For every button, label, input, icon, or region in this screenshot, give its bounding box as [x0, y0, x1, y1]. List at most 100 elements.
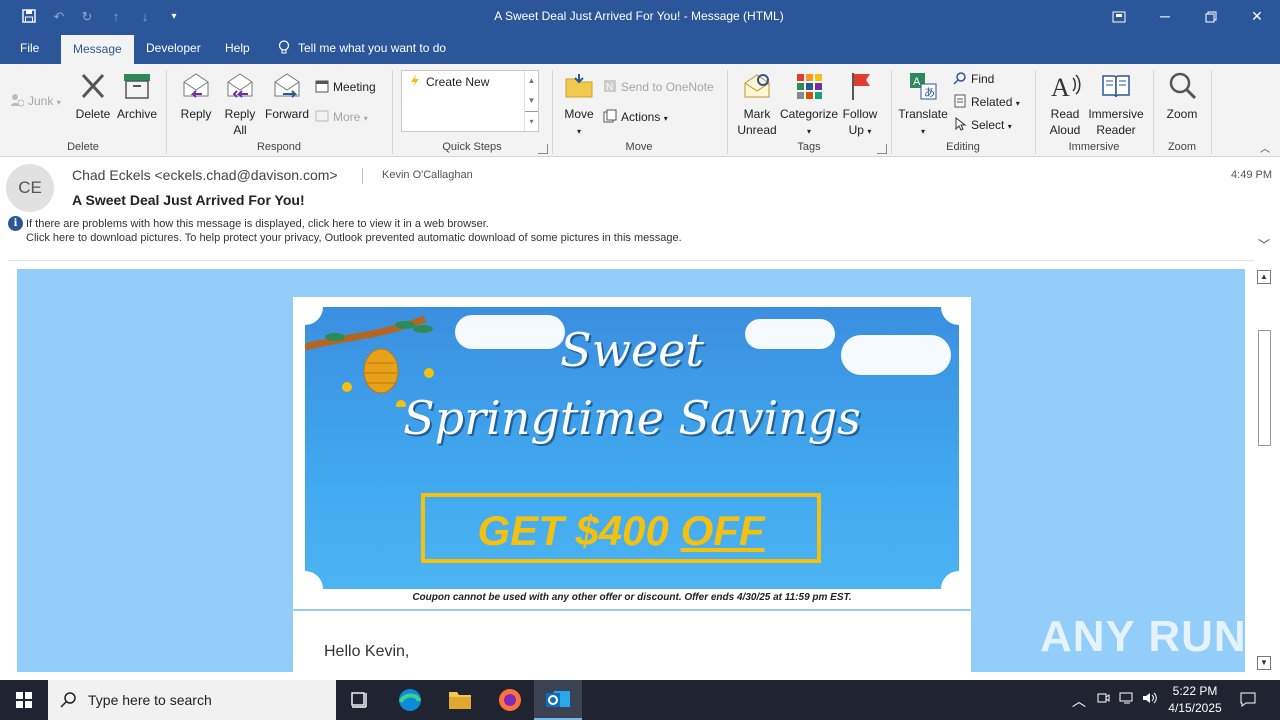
task-view-icon[interactable]: [336, 680, 384, 720]
group-label-immersive: Immersive: [1068, 141, 1120, 153]
follow-up-button[interactable]: Follow Up ▾: [840, 70, 880, 140]
volume-icon[interactable]: [1142, 691, 1158, 708]
windows-start-icon[interactable]: [0, 680, 48, 720]
divider: [293, 609, 971, 611]
svg-text:A: A: [913, 76, 921, 88]
tab-message[interactable]: Message: [61, 35, 134, 64]
actions-button[interactable]: Actions ▾: [603, 108, 668, 126]
vertical-scrollbar[interactable]: ▲ ▼: [1256, 268, 1273, 672]
sender[interactable]: Chad Eckels <eckels.chad@davison.com>: [72, 167, 338, 183]
delete-button[interactable]: Delete: [72, 70, 114, 122]
tab-file[interactable]: File: [8, 33, 51, 64]
banner-notch: [941, 571, 959, 589]
tags-launcher-icon[interactable]: [877, 144, 887, 154]
notifications-icon[interactable]: [1240, 691, 1256, 710]
mark-unread-icon: [741, 70, 773, 102]
view-in-browser-infobar[interactable]: If there are problems with how this mess…: [26, 218, 489, 230]
taskbar: Type here to search ︿ 5:22 PM 4/15/2025: [0, 680, 1280, 720]
email-card: Sweet Springtime Savings GET $400 OFF Co…: [293, 297, 971, 672]
tab-developer[interactable]: Developer: [134, 33, 213, 64]
categorize-icon: [793, 70, 825, 102]
quick-steps-gallery[interactable]: Create New ▲ ▼ ▾: [401, 70, 539, 132]
promo-banner[interactable]: Sweet Springtime Savings GET $400 OFF: [305, 307, 959, 589]
move-button[interactable]: Move ▾: [560, 70, 598, 140]
reply-button[interactable]: Reply: [176, 70, 216, 122]
ribbon-display-options-icon[interactable]: [1096, 0, 1142, 33]
move-folder-icon: [563, 70, 595, 102]
banner-notch: [305, 571, 323, 589]
related-button[interactable]: Related ▾: [953, 93, 1020, 111]
archive-button[interactable]: Archive: [114, 70, 160, 122]
junk-button[interactable]: Junk ▾: [10, 92, 61, 110]
group-label-tags: Tags: [797, 141, 821, 153]
firefox-icon[interactable]: [486, 680, 534, 720]
edge-browser-icon[interactable]: [386, 680, 434, 720]
read-aloud-label-line2: Aloud: [1049, 123, 1081, 137]
delete-label: Delete: [75, 107, 111, 121]
follow-up-label-line2: Up: [848, 123, 864, 137]
forward-icon: [271, 70, 303, 102]
maximize-icon[interactable]: [1188, 0, 1234, 33]
quick-steps-scroll[interactable]: ▲ ▼ ▾: [524, 71, 538, 131]
offer-text: GET $400 OFF: [425, 507, 817, 555]
quick-step-create-new[interactable]: Create New: [408, 73, 489, 91]
offer-box[interactable]: GET $400 OFF: [421, 493, 821, 563]
network-icon[interactable]: [1119, 691, 1135, 708]
lightning-icon: [408, 74, 422, 88]
download-pictures-infobar[interactable]: Click here to download pictures. To help…: [26, 232, 682, 244]
file-explorer-icon[interactable]: [436, 680, 484, 720]
archive-label: Archive: [116, 107, 157, 121]
tray-overflow-chevron-icon[interactable]: ︿: [1072, 691, 1086, 711]
svg-text:A: A: [1051, 73, 1070, 102]
tab-help[interactable]: Help: [213, 33, 262, 64]
avatar[interactable]: CE: [6, 164, 54, 212]
recipient[interactable]: Kevin O'Callaghan: [382, 169, 473, 181]
translate-button[interactable]: Aあ Translate ▾: [898, 70, 948, 140]
translate-icon: Aあ: [907, 70, 939, 102]
create-new-label: Create New: [426, 75, 490, 89]
related-label: Related: [971, 95, 1013, 109]
more-label: More: [333, 110, 361, 124]
reply-all-label-line2: All: [233, 123, 247, 137]
reply-all-label-line1: Reply: [224, 107, 256, 121]
translate-label: Translate: [898, 107, 948, 121]
quick-steps-launcher-icon[interactable]: [538, 144, 548, 154]
tell-me-search[interactable]: Tell me what you want to do: [268, 33, 458, 64]
headline-sweet: Sweet: [560, 323, 704, 377]
zoom-label: Zoom: [1166, 107, 1198, 121]
more-respond-button[interactable]: More ▾: [315, 108, 368, 126]
received-time: 4:49 PM: [1231, 169, 1272, 181]
scroll-thumb[interactable]: [1258, 330, 1271, 446]
read-aloud-label-line1: Read: [1050, 107, 1080, 121]
clock-date[interactable]: 4/15/2025: [1160, 701, 1230, 715]
select-button[interactable]: Select ▾: [953, 116, 1012, 134]
meet-now-icon[interactable]: [1096, 691, 1110, 708]
categorize-label: Categorize: [780, 107, 839, 121]
immersive-reader-button[interactable]: Immersive Reader: [1088, 70, 1144, 138]
reply-all-button[interactable]: Reply All: [219, 70, 261, 138]
zoom-icon: [1166, 70, 1198, 102]
clock-time[interactable]: 5:22 PM: [1160, 684, 1230, 698]
scroll-up-icon[interactable]: ▲: [1257, 270, 1271, 284]
collapse-ribbon-icon[interactable]: ︿: [1260, 140, 1270, 155]
scroll-down-icon[interactable]: ▼: [1257, 656, 1271, 670]
taskbar-search-box[interactable]: Type here to search: [48, 680, 336, 720]
svg-text:あ: あ: [924, 86, 935, 99]
zoom-button[interactable]: Zoom: [1160, 70, 1204, 122]
group-label-quick-steps: Quick Steps: [442, 141, 502, 153]
minimize-icon[interactable]: ─: [1142, 0, 1188, 33]
close-icon[interactable]: ✕: [1234, 0, 1280, 33]
find-icon: [953, 71, 967, 85]
mark-unread-button[interactable]: Mark Unread: [734, 70, 780, 138]
find-button[interactable]: Find: [953, 70, 994, 88]
send-to-onenote-button[interactable]: N Send to OneNote: [603, 78, 714, 96]
chevron-down-icon[interactable]: ﹀: [1258, 236, 1270, 253]
read-aloud-button[interactable]: A Read Aloud: [1042, 70, 1088, 138]
find-label: Find: [971, 72, 995, 86]
ribbon: Junk ▾ Delete Archive Delete Reply Reply…: [0, 64, 1280, 157]
reply-label: Reply: [180, 107, 212, 121]
categorize-button[interactable]: Categorize ▾: [780, 70, 838, 140]
forward-button[interactable]: Forward: [263, 70, 311, 122]
outlook-taskbar-icon[interactable]: [534, 680, 582, 720]
meeting-button[interactable]: Meeting: [315, 78, 376, 96]
